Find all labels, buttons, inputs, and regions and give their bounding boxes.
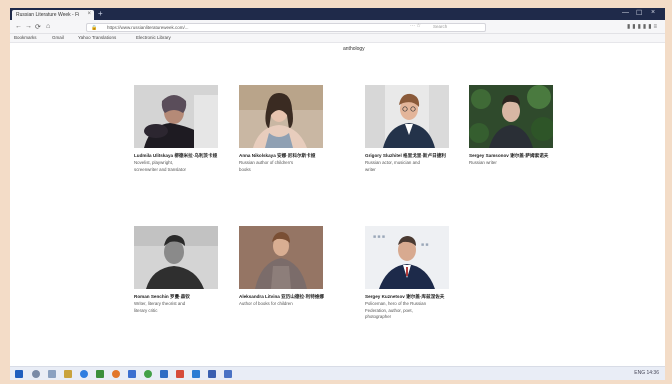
bookmark-item[interactable]: Yahoo Translations — [78, 35, 116, 40]
author-name[interactable]: Grigory Sluzhitel 格里戈里·斯卢日捷利 — [365, 153, 451, 159]
system-tray-clock[interactable]: ENG 14:36 — [634, 370, 659, 376]
close-window-button[interactable]: × — [651, 9, 655, 16]
author-photo[interactable] — [134, 85, 218, 148]
svg-text:■ ■: ■ ■ — [421, 242, 428, 248]
author-card[interactable]: Aleksandra Litvina 亚历山德拉·利特维娜 Author of … — [239, 226, 325, 308]
app-icon[interactable] — [224, 370, 232, 378]
app-icon[interactable] — [176, 370, 184, 378]
description-line: writer — [365, 166, 376, 172]
description-line: photographer — [365, 314, 392, 319]
author-card[interactable]: ■ ■ ■ ■ ■ Sergey Kuznetsov 谢尔盖·库兹涅佐夫 Pol… — [365, 226, 451, 321]
maximize-button[interactable]: ☐ — [636, 9, 642, 17]
firefox-icon[interactable] — [112, 370, 120, 378]
start-icon[interactable] — [15, 370, 23, 378]
author-name[interactable]: Ludmila Ulitskaya 柳德米拉·乌利茨卡娅 — [134, 153, 220, 159]
author-card[interactable]: Roman Senchin 罗曼·森钦 Writer, literary the… — [134, 226, 220, 314]
author-photo[interactable] — [469, 85, 553, 148]
author-photo[interactable]: ■ ■ ■ ■ ■ — [365, 226, 449, 289]
page-actions-icon[interactable]: ⋯ ☆ — [410, 23, 421, 29]
section-text: anthology — [343, 46, 365, 52]
author-name[interactable]: Aleksandra Litvina 亚历山德拉·利特维娜 — [239, 294, 325, 300]
minimize-button[interactable]: — — [622, 9, 629, 16]
author-description: Novelist, playwright, screenwriter and t… — [134, 160, 220, 173]
svg-text:■ ■ ■: ■ ■ ■ — [373, 234, 385, 240]
description-line: books — [239, 166, 251, 172]
author-description: Russian author of children's books — [239, 160, 325, 173]
author-name[interactable]: Sergey Kuznetsov 谢尔盖·库兹涅佐夫 — [365, 294, 451, 300]
toolbar-extension-icons[interactable]: ▮▮▮▮▮≡ — [627, 23, 659, 30]
author-name[interactable]: Anna Nikolskaya 安娜·尼科尔斯卡娅 — [239, 153, 325, 159]
taskbar: ENG 14:36 — [10, 366, 665, 380]
url-text: https://www.russianliteratureweek.com/..… — [107, 25, 189, 30]
description-line: screenwriter and translator — [134, 166, 186, 172]
close-icon[interactable]: × — [87, 11, 91, 17]
bookmark-item[interactable]: Gmail — [52, 35, 64, 40]
web-page: anthology Ludmila Ulitskaya 柳德米拉·乌利茨卡娅 N… — [10, 43, 665, 366]
address-bar[interactable]: 🔒 https://www.russianliteratureweek.com/… — [86, 23, 486, 32]
description-line: Author of books for children — [239, 301, 293, 306]
task-view-icon[interactable] — [48, 370, 56, 378]
word-icon[interactable] — [160, 370, 168, 378]
chrome-icon[interactable] — [144, 370, 152, 378]
lock-icon: 🔒 — [91, 25, 98, 31]
bookmark-item[interactable]: Electronic Library — [136, 35, 171, 40]
app-icon[interactable] — [208, 370, 216, 378]
author-card[interactable]: Grigory Sluzhitel 格里戈里·斯卢日捷利 Russian act… — [365, 85, 451, 173]
home-icon[interactable]: ⌂ — [46, 23, 50, 30]
edge-icon[interactable] — [80, 370, 88, 378]
author-photo[interactable] — [239, 226, 323, 289]
author-description: Russian actor, musician and writer — [365, 160, 451, 173]
author-description: Policeman, hero of the Russian Federatio… — [365, 301, 451, 321]
author-name[interactable]: Sergey Samsonov 谢尔盖·萨姆索诺夫 — [469, 153, 555, 159]
reload-icon[interactable]: ⟳ — [35, 23, 41, 31]
author-card[interactable]: Sergey Samsonov 谢尔盖·萨姆索诺夫 Russian writer — [469, 85, 555, 167]
author-description: Author of books for children — [239, 301, 325, 308]
screen: Russian Literature Week - Fi × + — ☐ × ←… — [10, 8, 665, 380]
tab-title: Russian Literature Week - Fi — [16, 12, 80, 18]
mail-icon[interactable] — [192, 370, 200, 378]
bookmarks-bar: Bookmarks Gmail Yahoo Translations Elect… — [10, 34, 665, 43]
author-name[interactable]: Roman Senchin 罗曼·森钦 — [134, 294, 220, 300]
author-photo[interactable] — [134, 226, 218, 289]
author-card[interactable]: Anna Nikolskaya 安娜·尼科尔斯卡娅 Russian author… — [239, 85, 325, 173]
back-icon[interactable]: ← — [15, 23, 22, 30]
forward-icon[interactable]: → — [25, 23, 32, 30]
search-icon[interactable] — [32, 370, 40, 378]
bookmark-item[interactable]: Bookmarks — [14, 35, 37, 40]
new-tab-button[interactable]: + — [98, 10, 106, 18]
store-icon[interactable] — [96, 370, 104, 378]
author-description: Writer, literary theorist and literary c… — [134, 301, 220, 314]
browser-toolbar: ← → ⟳ ⌂ 🔒 https://www.russianliteraturew… — [10, 20, 665, 34]
browser-tab[interactable]: Russian Literature Week - Fi × — [12, 10, 94, 20]
app-icon[interactable] — [128, 370, 136, 378]
author-card[interactable]: Ludmila Ulitskaya 柳德米拉·乌利茨卡娅 Novelist, p… — [134, 85, 220, 173]
description-line: literary critic — [134, 307, 158, 313]
browser-tab-bar: Russian Literature Week - Fi × + — ☐ × — [10, 8, 665, 20]
author-photo[interactable] — [365, 85, 449, 148]
author-photo[interactable] — [239, 85, 323, 148]
author-description: Russian writer — [469, 160, 555, 167]
description-line: Russian writer — [469, 160, 497, 165]
search-input[interactable]: Search — [430, 23, 480, 31]
folder-icon[interactable] — [64, 370, 72, 378]
